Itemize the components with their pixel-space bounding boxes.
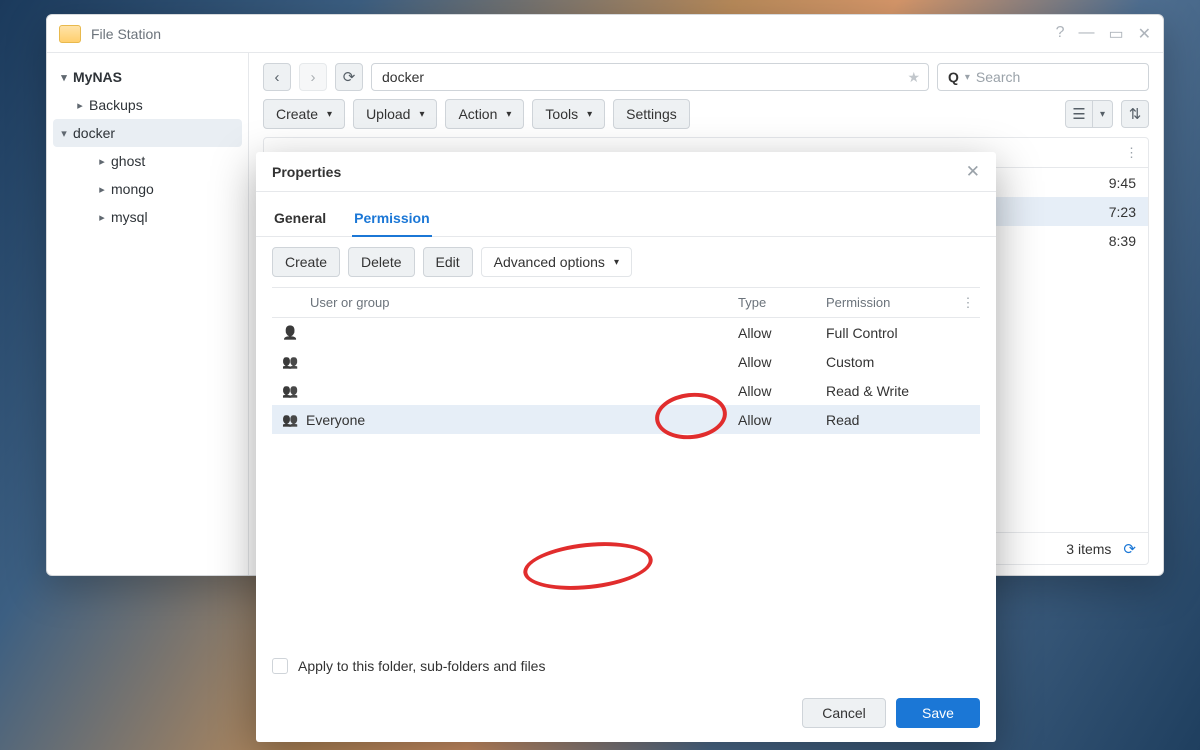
window-title: File Station [91, 26, 161, 42]
permission-row[interactable]: 👥EveryoneAllowRead [272, 405, 980, 434]
col-permission[interactable]: Permission [826, 295, 956, 310]
sidebar: ▾ MyNAS ▸ Backups ▾ docker ▸ ghost ▸ mon… [47, 53, 249, 575]
tree-root[interactable]: ▾ MyNAS [47, 63, 248, 91]
refresh-icon[interactable]: ⟳ [1123, 540, 1136, 558]
maximize-icon[interactable]: ▭ [1108, 24, 1123, 44]
chevron-right-icon: ▸ [95, 211, 109, 224]
tree-item-backups[interactable]: ▸ Backups [47, 91, 248, 119]
permission-table: User or group Type Permission ⋮ 👤AllowFu… [272, 287, 980, 434]
permission-type: Allow [738, 325, 826, 341]
path-input[interactable]: docker ★ [371, 63, 929, 91]
settings-button[interactable]: Settings [613, 99, 690, 129]
columns-menu-icon[interactable]: ⋮ [1125, 145, 1138, 161]
path-text: docker [382, 69, 424, 85]
tree-item-docker[interactable]: ▾ docker [53, 119, 242, 147]
back-button[interactable]: ‹ [263, 63, 291, 91]
upload-button[interactable]: Upload▾ [353, 99, 437, 129]
cancel-button[interactable]: Cancel [802, 698, 886, 728]
permission-row[interactable]: 👤 AllowFull Control [272, 318, 980, 347]
permission-type: Allow [738, 383, 826, 399]
tree-label: ghost [111, 153, 145, 169]
properties-dialog: Properties ✕ General Permission Create D… [256, 152, 996, 742]
permission-level: Custom [826, 354, 980, 370]
col-type[interactable]: Type [738, 295, 826, 310]
chevron-right-icon: ▸ [73, 99, 87, 112]
apply-recursive-label: Apply to this folder, sub-folders and fi… [298, 658, 545, 674]
perm-create-button[interactable]: Create [272, 247, 340, 277]
sort-button[interactable]: ⇅ [1121, 100, 1149, 128]
chevron-right-icon: ▸ [95, 183, 109, 196]
view-list-button[interactable]: ☰ [1065, 100, 1093, 128]
permission-level: Full Control [826, 325, 980, 341]
search-input[interactable]: Q▾ Search [937, 63, 1149, 91]
dialog-title: Properties [272, 164, 341, 180]
tree-label: mongo [111, 181, 154, 197]
forward-button[interactable]: › [299, 63, 327, 91]
refresh-button[interactable]: ⟳ [335, 63, 363, 91]
permission-level: Read & Write [826, 383, 980, 399]
group-icon: 👥 [272, 354, 306, 370]
tree-root-label: MyNAS [73, 69, 122, 85]
col-user-group[interactable]: User or group [272, 295, 738, 310]
minimize-icon[interactable]: — [1078, 24, 1094, 44]
apply-recursive-checkbox[interactable] [272, 658, 288, 674]
permission-row[interactable]: 👥 AllowCustom [272, 347, 980, 376]
tree-item-mongo[interactable]: ▸ mongo [47, 175, 248, 203]
group-icon: 👥 [272, 383, 306, 399]
tools-button[interactable]: Tools▾ [532, 99, 605, 129]
tree-label: mysql [111, 209, 148, 225]
perm-delete-button[interactable]: Delete [348, 247, 414, 277]
item-count: 3 items [1066, 541, 1111, 557]
search-icon: Q [948, 69, 959, 85]
tree-label: docker [73, 125, 115, 141]
tree-item-ghost[interactable]: ▸ ghost [47, 147, 248, 175]
chevron-down-icon: ▾ [57, 71, 71, 84]
tree-label: Backups [89, 97, 143, 113]
tree-item-mysql[interactable]: ▸ mysql [47, 203, 248, 231]
tab-permission[interactable]: Permission [352, 202, 431, 236]
permission-type: Allow [738, 354, 826, 370]
tab-general[interactable]: General [272, 202, 328, 236]
dialog-tabs: General Permission [256, 192, 996, 237]
create-button[interactable]: Create▾ [263, 99, 345, 129]
save-button[interactable]: Save [896, 698, 980, 728]
perm-edit-button[interactable]: Edit [423, 247, 473, 277]
help-icon[interactable]: ? [1056, 24, 1065, 44]
titlebar[interactable]: File Station ? — ▭ ✕ [47, 15, 1163, 53]
permission-type: Allow [738, 412, 826, 428]
columns-menu-icon[interactable]: ⋮ [956, 295, 980, 311]
close-icon[interactable]: ✕ [966, 162, 980, 182]
star-icon[interactable]: ★ [907, 69, 920, 86]
user-icon: 👤 [272, 325, 306, 341]
permission-level: Read [826, 412, 980, 428]
action-button[interactable]: Action▾ [445, 99, 524, 129]
chevron-down-icon: ▾ [57, 127, 71, 140]
perm-advanced-button[interactable]: Advanced options▾ [481, 247, 632, 277]
search-placeholder: Search [976, 69, 1020, 85]
chevron-right-icon: ▸ [95, 155, 109, 168]
group-icon: 👥 [272, 412, 306, 428]
close-icon[interactable]: ✕ [1138, 24, 1151, 44]
folder-icon [59, 25, 81, 43]
permission-name: Everyone [306, 412, 738, 428]
dialog-header[interactable]: Properties ✕ [256, 152, 996, 192]
view-dropdown-button[interactable]: ▾ [1093, 100, 1113, 128]
permission-row[interactable]: 👥 AllowRead & Write [272, 376, 980, 405]
